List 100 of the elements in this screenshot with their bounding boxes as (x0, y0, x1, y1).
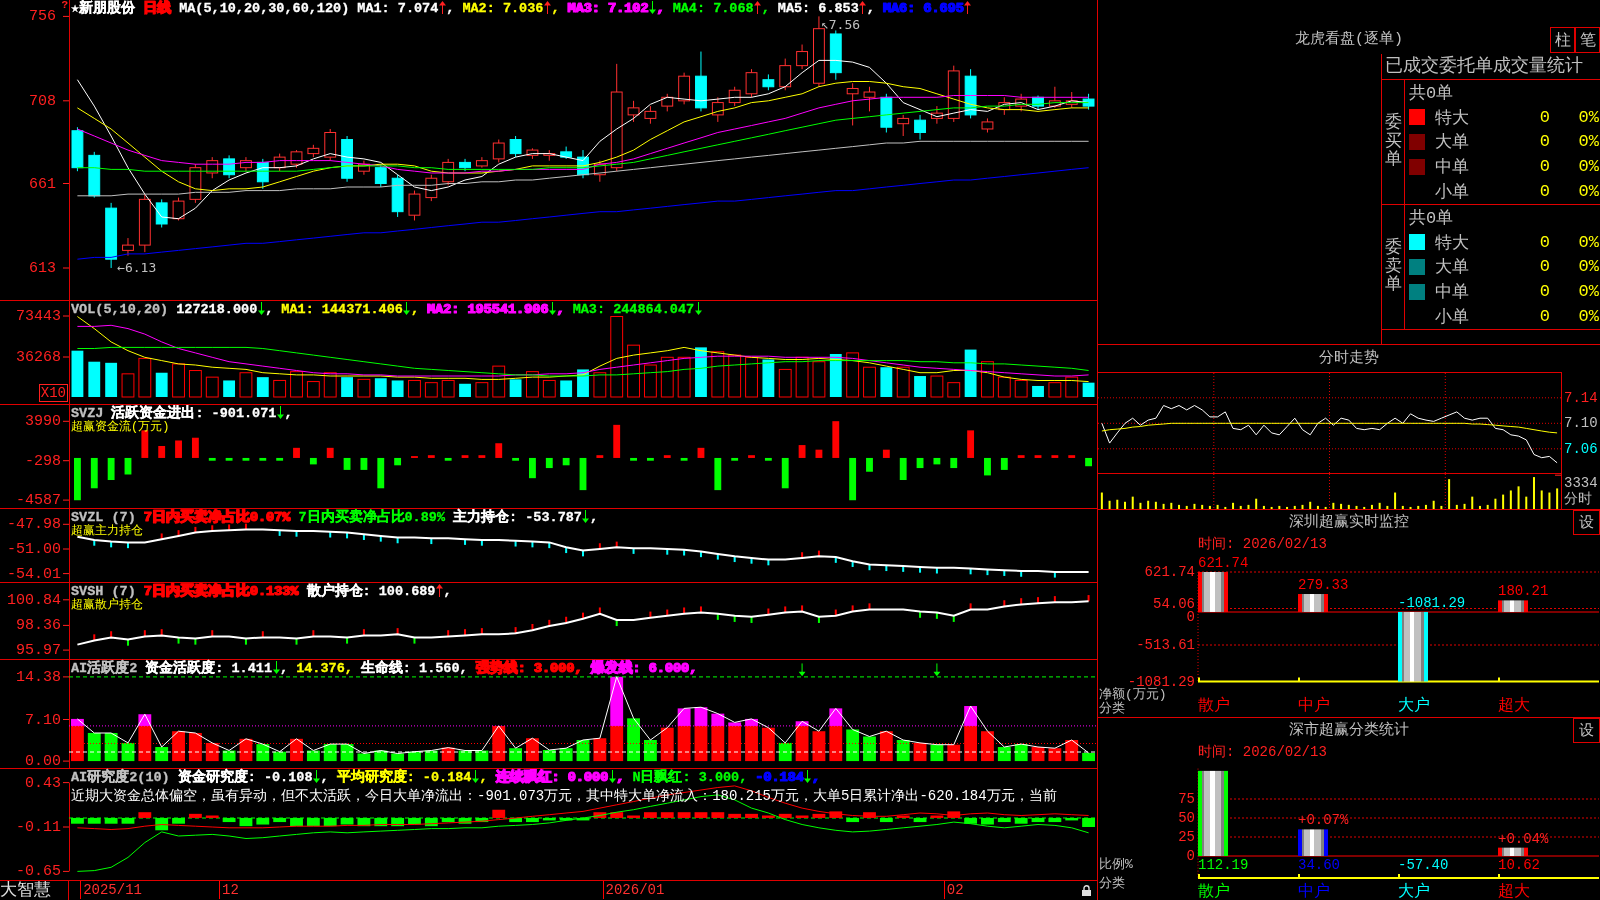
bar (1298, 594, 1328, 612)
candlestick (981, 117, 994, 133)
trend-tick (1087, 595, 1090, 602)
activity-bar (863, 736, 876, 762)
legend-text: 生命线: 1.560 (360, 661, 460, 676)
trend-tick (582, 550, 584, 557)
order-count: 0 (1538, 107, 1550, 127)
category-label: 散户 (1198, 883, 1230, 900)
candlestick (914, 114, 926, 141)
candlestick (931, 105, 943, 125)
axis-label: 3334 (1564, 474, 1598, 491)
legend-text: 日线 (143, 1, 172, 16)
legend-text: MA2: 195541.906 (427, 302, 549, 317)
flow-bar (933, 457, 941, 465)
legend-text: -0.184 (755, 770, 804, 785)
research-bar (795, 815, 809, 818)
order-count: 0 (1538, 157, 1550, 177)
legend-separator: , (265, 302, 274, 317)
flow-bar (545, 457, 553, 469)
candlestick (998, 96, 1011, 116)
candlestick (964, 68, 977, 119)
category-label: 大户 (1398, 883, 1430, 900)
trend-tick (211, 630, 214, 637)
flow-bar (427, 455, 435, 458)
view-toggle-button[interactable]: 柱 (1550, 27, 1575, 53)
volume-bar (1278, 505, 1281, 509)
trend-tick (750, 557, 753, 564)
research-bar (273, 817, 287, 823)
research-bar (87, 817, 101, 824)
order-total: 共0单 (1409, 82, 1454, 104)
flow-bar (377, 457, 385, 489)
activity-bar (306, 750, 320, 762)
bar-annotation: +0.07% (1298, 813, 1349, 828)
order-share: 0% (1578, 107, 1599, 127)
flow-bar (866, 457, 873, 472)
trend-tick (244, 523, 247, 530)
volume-bar (1424, 504, 1427, 509)
order-share: 0% (1578, 232, 1599, 252)
trend-tick (396, 537, 399, 544)
settings-button[interactable]: 设 (1573, 510, 1600, 535)
flow-bar (461, 455, 469, 458)
volume-bar (1270, 506, 1273, 509)
flow-bar (899, 457, 907, 480)
candlestick (341, 135, 353, 183)
trend-tick (548, 542, 551, 549)
flow-bar (1068, 455, 1076, 458)
candlestick (593, 160, 606, 183)
trend-tick (649, 611, 652, 618)
legend-text: MA4: 7.068 (672, 1, 754, 16)
volume-bar (1401, 505, 1404, 509)
trend-tick (817, 616, 820, 623)
research-bar (644, 812, 657, 818)
trend-tick (615, 541, 618, 548)
trend-tick (784, 606, 787, 613)
volume-bar (205, 376, 219, 398)
panel-title: 深圳超赢实时监控 (1287, 512, 1410, 533)
candlestick (897, 114, 910, 137)
candlestick (644, 105, 657, 125)
volume-bar (1139, 502, 1142, 509)
volume-bar (896, 366, 910, 398)
price-annotation: ↖7.56 (820, 17, 861, 33)
order-count: 0 (1538, 182, 1550, 202)
bar (1398, 612, 1428, 682)
volume-bar (1082, 382, 1095, 397)
order-size-label: 小单 (1435, 182, 1470, 204)
order-count: 0 (1538, 132, 1550, 152)
legend-text: 爆发线: 6.000 (590, 661, 690, 676)
trend-tick (598, 607, 601, 614)
candlestick (678, 72, 691, 105)
axis-label: 14.38 (16, 669, 61, 685)
axis-label: 3990 (25, 413, 61, 429)
volume-bar (1293, 505, 1296, 509)
axis-label: 25 (1178, 830, 1195, 844)
view-toggle-button[interactable]: 笔 (1575, 27, 1600, 53)
volume-bar (762, 359, 775, 397)
research-bar (1082, 817, 1095, 827)
legend-text: AI活跃度2 (71, 661, 138, 676)
legend-text: MA6: 6.695 (882, 1, 964, 16)
activity-bar (374, 750, 388, 762)
volume-bar (660, 356, 674, 398)
volume-bar (105, 362, 118, 397)
activity-bar (627, 718, 640, 762)
axis-label: -1081.29 (1127, 675, 1195, 688)
research-bar (981, 817, 994, 825)
candlestick (71, 126, 84, 172)
trend-tick (1020, 598, 1023, 605)
volume-bar (1502, 494, 1505, 509)
flow-bar (950, 457, 958, 469)
flow-bar (731, 457, 739, 461)
research-bar (627, 815, 640, 818)
legend-text: 连续飘红: 0.000 (495, 770, 609, 785)
order-size-label: 中单 (1435, 282, 1470, 304)
order-count: 0 (1538, 307, 1550, 327)
volume-bar (829, 354, 842, 397)
candlestick (728, 86, 741, 107)
axis-title: 比例% (1099, 858, 1133, 872)
legend-separator: , (616, 770, 625, 785)
trend-tick (834, 557, 837, 563)
research-bar (896, 815, 910, 818)
settings-button[interactable]: 设 (1573, 718, 1600, 743)
